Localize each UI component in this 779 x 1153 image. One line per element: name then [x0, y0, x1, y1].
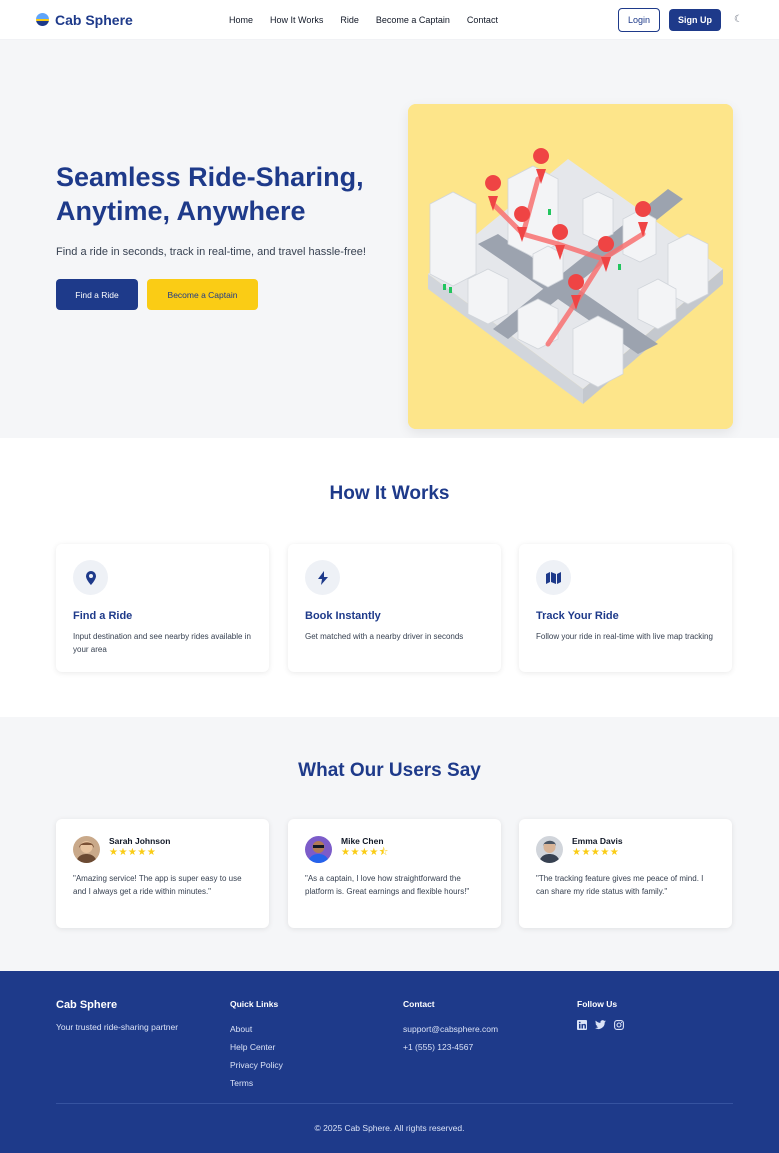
bolt-icon: [305, 560, 340, 595]
testimonial-card: Sarah Johnson ★★★★★ "Amazing service! Th…: [56, 819, 269, 928]
contact-title: Contact: [403, 999, 435, 1009]
footer-link-privacy-policy[interactable]: Privacy Policy: [230, 1056, 283, 1074]
brand[interactable]: Cab Sphere: [36, 12, 229, 28]
hero-title-line2: Anytime, Anywhere: [56, 196, 306, 226]
feature-card-title: Book Instantly: [305, 610, 381, 622]
nav-links: Home How It Works Ride Become a Captain …: [229, 15, 498, 25]
reviewer-name: Emma Davis: [572, 836, 623, 846]
how-it-works-section: How It Works Find a Ride Input destinati…: [0, 438, 779, 717]
testimonials-section: What Our Users Say Sarah Johnson ★★★★★ "…: [0, 717, 779, 971]
footer-quick-links: Quick Links About Help Center Privacy Po…: [230, 999, 283, 1092]
nav-link-how-it-works[interactable]: How It Works: [270, 15, 323, 25]
feature-card-desc: Follow your ride in real-time with live …: [536, 632, 713, 641]
testimonial-card: Emma Davis ★★★★★ "The tracking feature g…: [519, 819, 732, 928]
hero-section: Seamless Ride-Sharing, Anytime, Anywhere…: [0, 40, 779, 438]
feature-card-find-ride: Find a Ride Input destination and see ne…: [56, 544, 269, 672]
feature-card-desc: Get matched with a nearby driver in seco…: [305, 632, 464, 641]
testimonials-title: What Our Users Say: [298, 760, 481, 781]
twitter-icon[interactable]: [595, 1020, 606, 1032]
hero-title-line1: Seamless Ride-Sharing,: [56, 162, 364, 192]
hero-city-map-image: [408, 104, 733, 429]
moon-icon[interactable]: ☾: [734, 14, 743, 25]
footer-divider: [56, 1103, 733, 1104]
footer-contact: Contact support@cabsphere.com +1 (555) 1…: [403, 999, 498, 1056]
avatar: [73, 836, 100, 863]
find-ride-button[interactable]: Find a Ride: [56, 279, 138, 310]
testimonial-quote: "As a captain, I love how straightforwar…: [305, 874, 470, 896]
footer-tagline: Your trusted ride-sharing partner: [56, 1022, 179, 1032]
instagram-icon[interactable]: [614, 1020, 624, 1032]
feature-card-title: Find a Ride: [73, 610, 133, 622]
nav-link-home[interactable]: Home: [229, 15, 253, 25]
nav-actions: Login Sign Up ☾: [618, 7, 743, 32]
hero-text: Seamless Ride-Sharing, Anytime, Anywhere…: [56, 160, 386, 310]
footer: Cab Sphere Your trusted ride-sharing par…: [0, 971, 779, 1153]
hero-subtitle: Find a ride in seconds, track in real-ti…: [56, 246, 366, 258]
star-rating: ★★★★★: [572, 847, 620, 858]
avatar: [536, 836, 563, 863]
feature-card-title: Track Your Ride: [536, 610, 619, 622]
how-it-works-title: How It Works: [329, 483, 450, 504]
feature-card-book-instantly: Book Instantly Get matched with a nearby…: [288, 544, 501, 672]
testimonial-quote: "The tracking feature gives me peace of …: [536, 874, 704, 896]
logo-icon: [36, 13, 49, 26]
avatar: [305, 836, 332, 863]
map-pin-icon: [73, 560, 108, 595]
star-rating: ★★★★★: [109, 847, 157, 858]
reviewer-name: Mike Chen: [341, 836, 384, 846]
linkedin-icon[interactable]: [577, 1020, 587, 1032]
nav-link-contact[interactable]: Contact: [467, 15, 498, 25]
footer-link-terms[interactable]: Terms: [230, 1074, 283, 1092]
footer-link-help-center[interactable]: Help Center: [230, 1038, 283, 1056]
nav-link-ride[interactable]: Ride: [340, 15, 359, 25]
signup-button[interactable]: Sign Up: [669, 8, 722, 31]
map-icon: [536, 560, 571, 595]
testimonial-card: Mike Chen ★★★★⯪ "As a captain, I love ho…: [288, 819, 501, 928]
footer-link-about[interactable]: About: [230, 1020, 283, 1038]
navbar: Cab Sphere Home How It Works Ride Become…: [0, 0, 779, 40]
nav-link-become-captain[interactable]: Become a Captain: [376, 15, 450, 25]
star-rating: ★★★★⯪: [341, 847, 389, 858]
contact-email[interactable]: support@cabsphere.com: [403, 1020, 498, 1038]
copyright: © 2025 Cab Sphere. All rights reserved.: [314, 1123, 465, 1133]
login-button[interactable]: Login: [618, 7, 661, 32]
feature-card-track-ride: Track Your Ride Follow your ride in real…: [519, 544, 732, 672]
hero-buttons: Find a Ride Become a Captain: [56, 279, 386, 310]
footer-brand: Cab Sphere: [56, 999, 118, 1011]
brand-name: Cab Sphere: [55, 11, 133, 28]
feature-card-desc: Input destination and see nearby rides a…: [73, 632, 251, 654]
footer-follow: Follow Us: [577, 999, 624, 1032]
reviewer-name: Sarah Johnson: [109, 836, 171, 846]
become-captain-button[interactable]: Become a Captain: [147, 279, 258, 310]
quick-links-title: Quick Links: [230, 999, 279, 1009]
follow-title: Follow Us: [577, 999, 618, 1009]
testimonial-quote: "Amazing service! The app is super easy …: [73, 874, 242, 896]
hero-title: Seamless Ride-Sharing, Anytime, Anywhere: [56, 160, 386, 228]
footer-brand-column: Cab Sphere Your trusted ride-sharing par…: [56, 999, 178, 1032]
contact-phone[interactable]: +1 (555) 123-4567: [403, 1038, 498, 1056]
